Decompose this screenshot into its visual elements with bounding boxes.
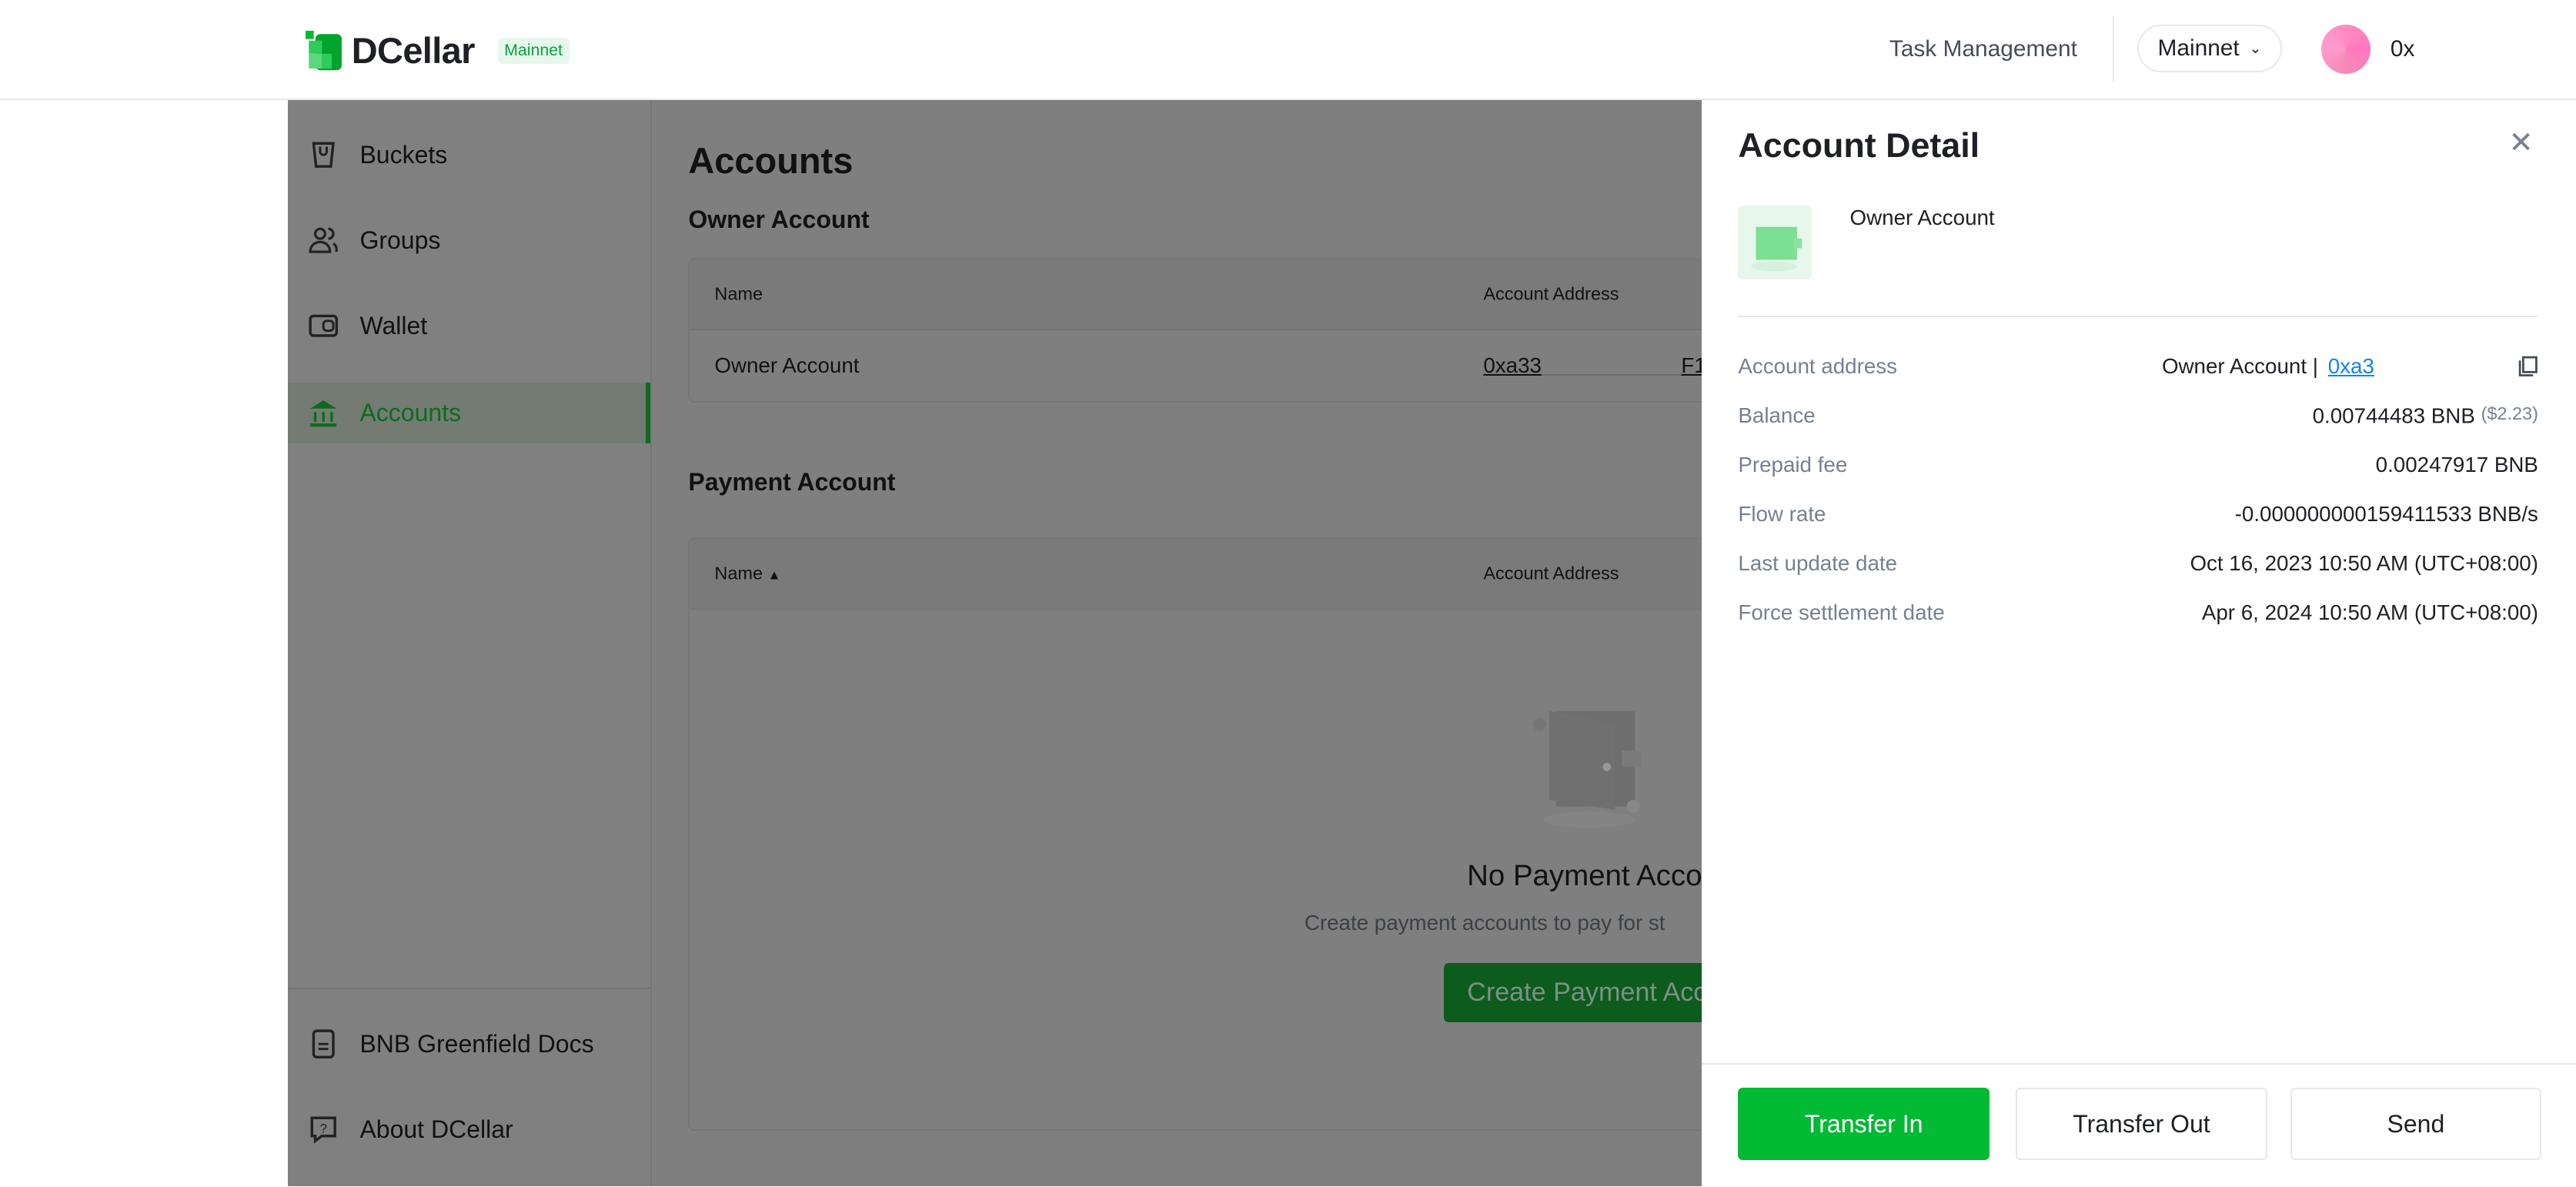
- owner-account-table: Name Account Address Owner Account 0xa33…: [688, 258, 1740, 403]
- empty-state-subtitle: Create payment accounts to pay for st: [1304, 910, 1666, 935]
- transfer-out-button[interactable]: Transfer Out: [2016, 1088, 2267, 1161]
- divider: [2113, 16, 2115, 82]
- detail-value: 0.00247917 BNB: [2375, 453, 2538, 477]
- sidebar-item-label: Buckets: [359, 141, 448, 169]
- detail-row-prepaid-fee: Prepaid fee 0.00247917 BNB: [1738, 449, 2538, 482]
- account-address-link[interactable]: 0xa33 F10: [1483, 353, 1718, 378]
- column-name: Name: [714, 283, 763, 304]
- detail-label: Last update date: [1738, 551, 1898, 576]
- sort-icon: ▲︎: [767, 567, 781, 583]
- drawer-title: Account Detail: [1738, 126, 1980, 166]
- create-payment-account-button[interactable]: Create Payment Acc: [1444, 962, 1724, 1022]
- logo-text: DCellar: [351, 30, 476, 72]
- detail-label: Account address: [1738, 354, 1897, 378]
- column-name-sortable[interactable]: Name ▲︎: [714, 563, 780, 583]
- wallet-icon: [1738, 205, 1813, 279]
- detail-label: Force settlement date: [1738, 600, 1945, 625]
- network-badge: Mainnet: [497, 38, 570, 64]
- detail-row-account-address: Account address Owner Account | 0xa3: [1738, 350, 2538, 383]
- detail-label: Flow rate: [1738, 502, 1826, 527]
- detail-row-balance: Balance 0.00744483 BNB ($2.23): [1738, 400, 2538, 433]
- sidebar-item-accounts[interactable]: Accounts: [287, 383, 651, 444]
- top-header: DCellar Mainnet Task Management Mainnet …: [0, 0, 2576, 101]
- account-address-link[interactable]: 0xa3: [2328, 354, 2509, 379]
- logo[interactable]: DCellar Mainnet: [306, 29, 570, 72]
- payment-account-table: Name ▲︎ Account Address: [688, 537, 1740, 1131]
- account-address[interactable]: 0x: [2391, 36, 2415, 62]
- detail-value: 0.00744483 BNB ($2.23): [2312, 403, 2538, 428]
- account-detail-drawer: Account Detail ✕ Owner Account Account a…: [1702, 100, 2576, 1187]
- detail-label: Prepaid fee: [1738, 453, 1848, 477]
- sidebar-item-label: BNB Greenfield Docs: [359, 1030, 594, 1058]
- sidebar-item-label: Groups: [359, 226, 441, 255]
- account-name: Owner Account: [714, 353, 860, 377]
- network-select[interactable]: Mainnet ⌄: [2137, 25, 2282, 72]
- document-icon: [312, 1029, 336, 1059]
- detail-value: Apr 6, 2024 10:50 AM (UTC+08:00): [2201, 600, 2538, 625]
- main-content: Accounts Owner Account Name Account Addr…: [652, 100, 1740, 1187]
- detail-value: -0.000000000159411533 BNB/s: [2234, 502, 2538, 527]
- svg-text:?: ?: [320, 1122, 328, 1136]
- empty-wallet-illustration: [1532, 711, 1642, 828]
- sidebar-item-label: About DCellar: [359, 1115, 513, 1144]
- transfer-in-button[interactable]: Transfer In: [1738, 1088, 1990, 1161]
- detail-label: Balance: [1738, 403, 1816, 428]
- network-select-value: Mainnet: [2157, 35, 2240, 61]
- bucket-icon: [312, 142, 336, 169]
- divider: [1738, 315, 2538, 317]
- table-row[interactable]: Owner Account 0xa33 F10: [690, 330, 1739, 401]
- empty-state-title: No Payment Acco: [1467, 859, 1702, 893]
- task-management-link[interactable]: Task Management: [1889, 36, 2077, 62]
- table-header: Name Account Address: [690, 259, 1740, 330]
- page-title: Accounts: [688, 140, 854, 182]
- sidebar-item-wallet[interactable]: Wallet: [288, 296, 651, 356]
- detail-value: Oct 16, 2023 10:50 AM (UTC+08:00): [2190, 551, 2538, 576]
- help-icon: ?: [310, 1116, 337, 1144]
- column-account-address: Account Address: [1483, 283, 1619, 304]
- app: DCellar Mainnet Task Management Mainnet …: [0, 0, 2576, 1187]
- sidebar-item-docs[interactable]: BNB Greenfield Docs: [288, 1014, 651, 1075]
- sidebar: Buckets Groups Wallet Accounts BNB Green…: [287, 100, 653, 1187]
- footer-divider: [1702, 1063, 2576, 1065]
- detail-row-force-settlement: Force settlement date Apr 6, 2024 10:50 …: [1738, 597, 2538, 630]
- close-icon[interactable]: ✕: [2509, 128, 2535, 157]
- detail-row-last-update: Last update date Oct 16, 2023 10:50 AM (…: [1738, 547, 2538, 580]
- avatar[interactable]: [2321, 25, 2371, 75]
- payment-section-title: Payment Account: [688, 468, 896, 497]
- sidebar-item-label: Wallet: [359, 312, 428, 340]
- sidebar-divider: [287, 987, 651, 989]
- sidebar-item-label: Accounts: [359, 399, 462, 427]
- table-header: Name ▲︎ Account Address: [690, 539, 1740, 610]
- dcellar-logo-icon: [306, 31, 342, 71]
- bank-icon: [310, 400, 337, 426]
- copy-icon[interactable]: [2518, 356, 2538, 377]
- wallet-icon: [309, 315, 339, 338]
- users-icon: [309, 228, 339, 254]
- column-account-address: Account Address: [1483, 563, 1619, 583]
- drawer-account-name: Owner Account: [1849, 205, 1995, 229]
- chevron-down-icon: ⌄: [2249, 40, 2262, 57]
- owner-section-title: Owner Account: [688, 205, 870, 233]
- sidebar-item-buckets[interactable]: Buckets: [288, 125, 651, 186]
- send-button[interactable]: Send: [2290, 1088, 2542, 1161]
- sidebar-item-groups[interactable]: Groups: [288, 210, 651, 271]
- detail-value: Owner Account | 0xa3: [2162, 354, 2538, 379]
- detail-row-flow-rate: Flow rate -0.000000000159411533 BNB/s: [1738, 498, 2538, 531]
- sidebar-item-about[interactable]: ? About DCellar: [288, 1099, 651, 1160]
